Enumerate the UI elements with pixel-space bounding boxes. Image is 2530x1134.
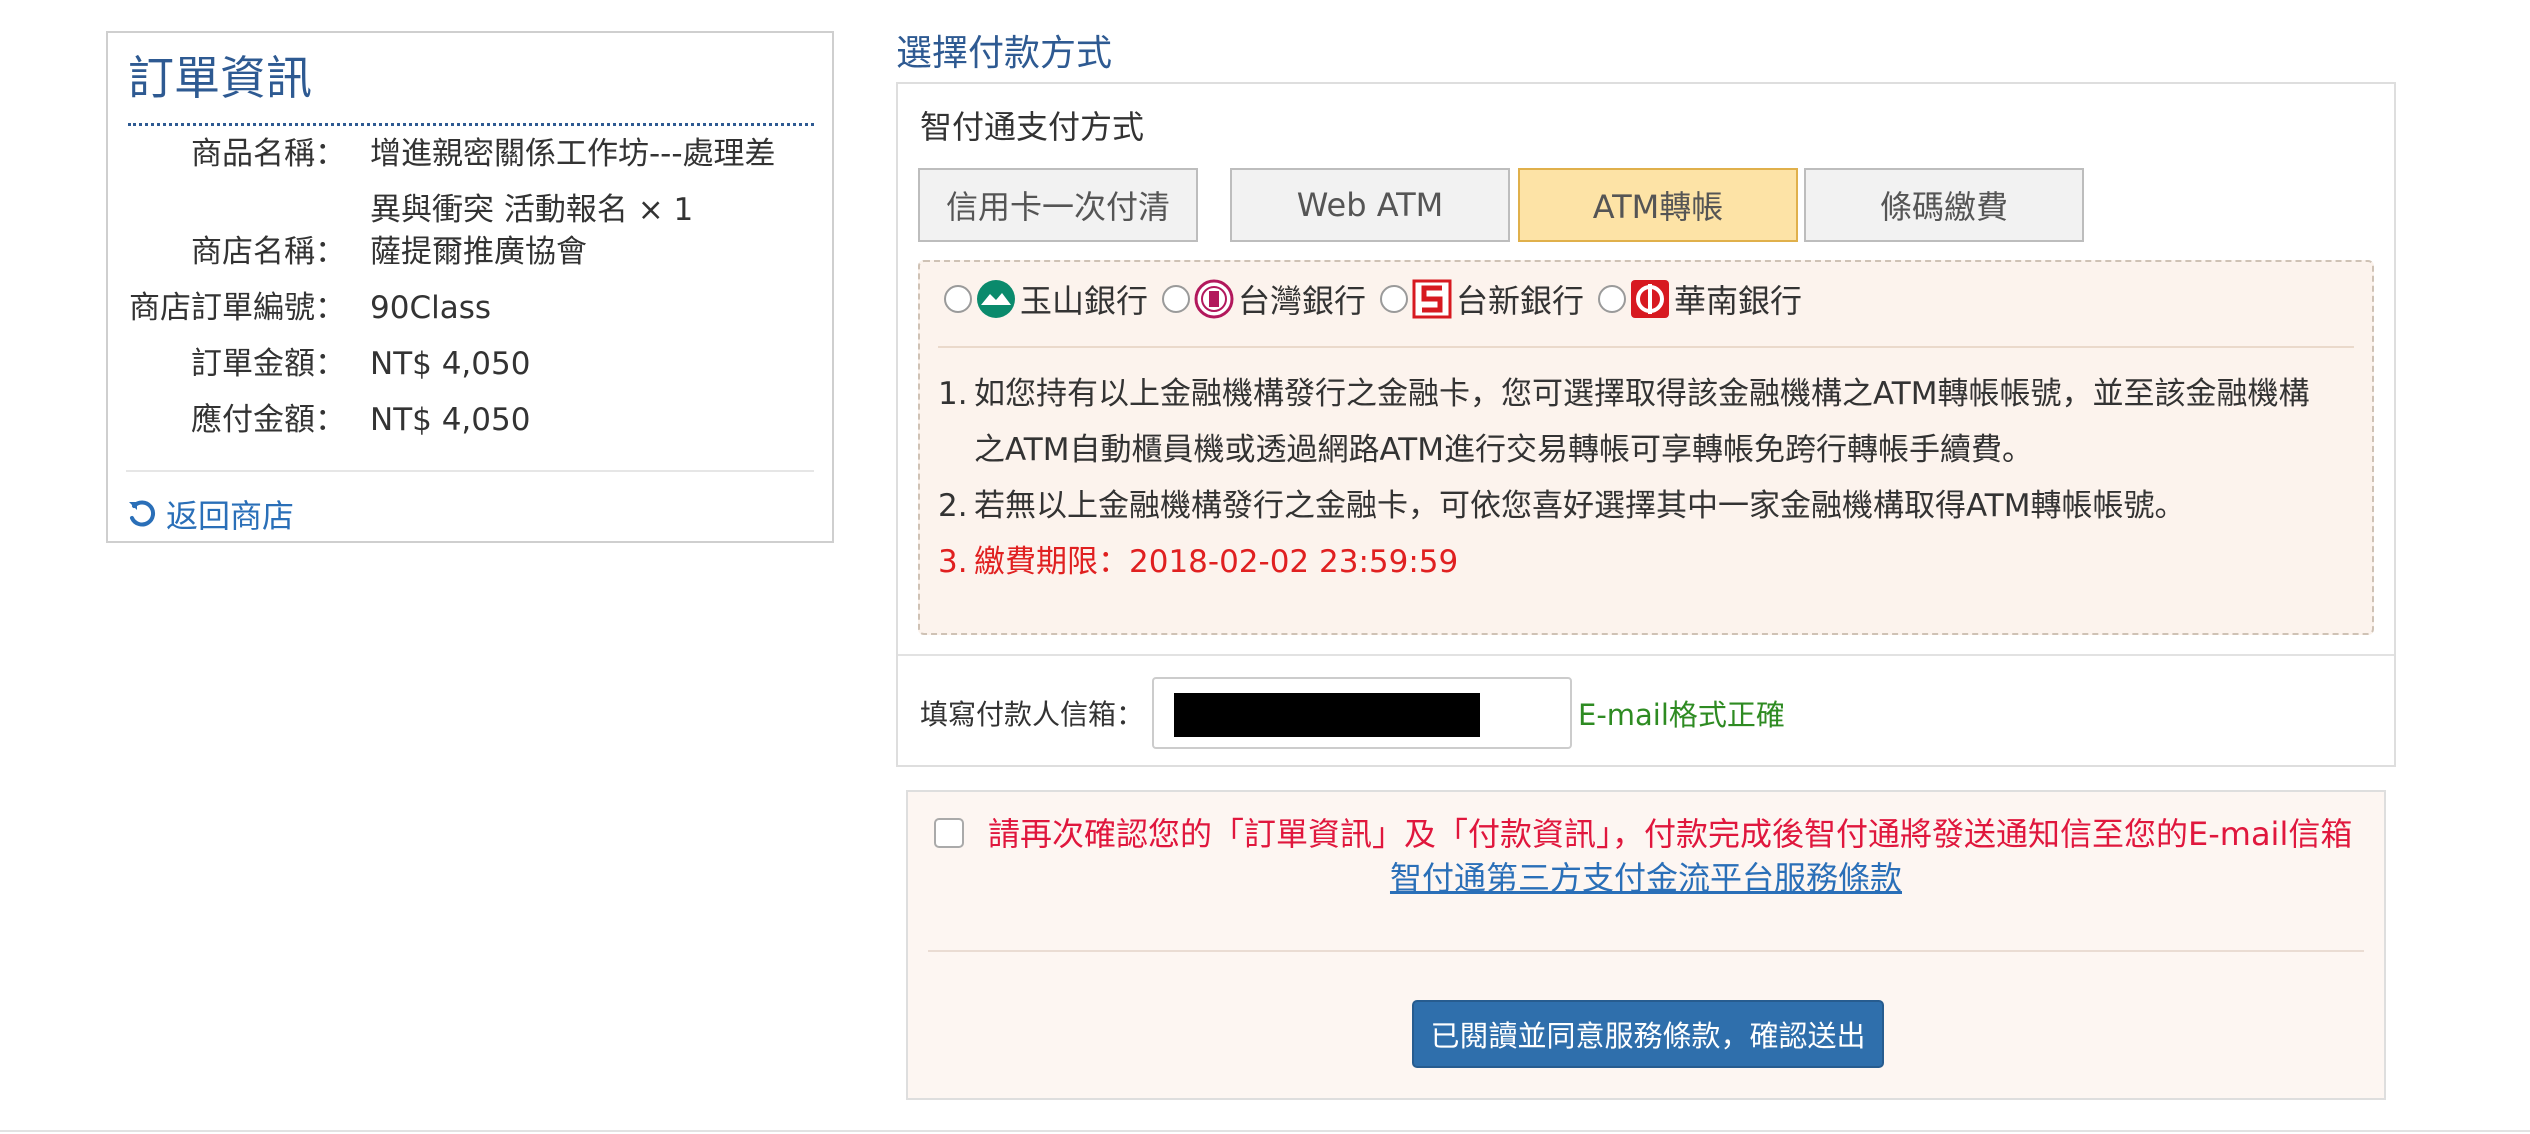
payment-method-title: 選擇付款方式 (896, 33, 1113, 74)
email-valid-status: E-mail格式正確 (1578, 698, 1785, 732)
tab-atm-transfer[interactable]: ATM轉帳 (1518, 168, 1798, 242)
payer-email-label: 填寫付款人信箱： (920, 698, 1145, 731)
back-to-store-link[interactable]: 返回商店 (126, 489, 294, 539)
page-bottom-divider (0, 1130, 2530, 1132)
product-name-line2: 異與衝突 活動報名 × 1 (370, 192, 694, 228)
payer-email-input[interactable] (1152, 677, 1572, 749)
bank-of-taiwan-name: 台灣銀行 (1238, 282, 1367, 320)
order-id-label: 商店訂單編號： (129, 290, 346, 326)
payment-provider-subtitle: 智付通支付方式 (920, 108, 1145, 146)
confirm-warning-text: 請再次確認您的「訂單資訊」及「付款資訊」，付款完成後智付通將發送通知信至您的E-… (988, 815, 2353, 853)
payment-panel: 智付通支付方式 信用卡一次付清 Web ATM ATM轉帳 條碼繳費 玉山銀行 (896, 82, 2396, 767)
service-terms-link[interactable]: 智付通第三方支付金流平台服務條款 (908, 854, 2384, 902)
order-row-payable: 應付金額： NT$ 4,050 (108, 397, 832, 453)
payable-amount-label: 應付金額： (191, 402, 346, 438)
store-name-label: 商店名稱： (191, 234, 346, 270)
order-divider (126, 470, 814, 472)
confirm-divider (928, 950, 2364, 952)
payment-deadline-text: 繳費期限：2018-02-02 23:59:59 (974, 544, 1459, 580)
hua-nan-bank-radio[interactable] (1598, 285, 1627, 313)
order-id-value: 90Class (370, 290, 492, 326)
bank-of-taiwan-icon (1194, 279, 1234, 319)
note-2: 2. 若無以上金融機構發行之金融卡，可依您喜好選擇其中一家金融機構取得ATM轉帳帳… (938, 478, 2358, 534)
atm-bank-selection-box: 玉山銀行 台灣銀行 台新銀行 華南銀行 1. 如您持有以上金融機構發行之金融卡，… (918, 260, 2374, 635)
back-to-store-label: 返回商店 (166, 497, 295, 535)
order-amount-value: NT$ 4,050 (370, 346, 531, 382)
order-amount-label: 訂單金額： (191, 346, 346, 382)
tab-credit-card[interactable]: 信用卡一次付清 (918, 168, 1198, 242)
order-row-store: 商店名稱： 薩提爾推廣協會 (108, 229, 832, 285)
note-2-text: 若無以上金融機構發行之金融卡，可依您喜好選擇其中一家金融機構取得ATM轉帳帳號。 (974, 488, 2186, 524)
taishin-bank-radio[interactable] (1380, 285, 1409, 313)
bank-option-bank-of-taiwan[interactable]: 台灣銀行 (1162, 276, 1366, 322)
confirm-submit-button[interactable]: 已閱讀並同意服務條款，確認送出 (1412, 1000, 1884, 1068)
confirm-panel: 請再次確認您的「訂單資訊」及「付款資訊」，付款完成後智付通將發送通知信至您的E-… (906, 790, 2386, 1100)
agree-terms-checkbox[interactable] (934, 818, 964, 848)
bank-option-taishin[interactable]: 台新銀行 (1380, 276, 1584, 322)
note-1-number: 1. (938, 376, 968, 412)
email-divider (898, 654, 2394, 656)
note-1: 1. 如您持有以上金融機構發行之金融卡，您可選擇取得該金融機構之ATM轉帳帳號，並… (938, 366, 2358, 478)
order-row-amount: 訂單金額： NT$ 4,050 (108, 341, 832, 397)
note-1-line1: 如您持有以上金融機構發行之金融卡，您可選擇取得該金融機構之ATM轉帳帳號，並至該… (974, 376, 2310, 412)
bank-box-divider (938, 346, 2354, 348)
taishin-bank-icon (1412, 279, 1452, 319)
esun-bank-icon (976, 279, 1016, 319)
order-row-order-id: 商店訂單編號： 90Class (108, 285, 832, 341)
redacted-email-value (1174, 693, 1480, 737)
product-name-line1: 增進親密關係工作坊---處理差 (370, 136, 776, 172)
order-row-product: 商品名稱： 增進親密關係工作坊---處理差 異與衝突 活動報名 × 1 (108, 131, 832, 228)
payable-amount-value: NT$ 4,050 (370, 402, 531, 438)
order-info-panel: 訂單資訊 商品名稱： 增進親密關係工作坊---處理差 異與衝突 活動報名 × 1… (106, 31, 834, 543)
bank-option-hua-nan[interactable]: 華南銀行 (1598, 276, 1802, 322)
note-2-number: 2. (938, 488, 968, 524)
order-info-title: 訂單資訊 (128, 43, 814, 126)
esun-bank-radio[interactable] (944, 285, 972, 313)
tab-barcode-payment[interactable]: 條碼繳費 (1804, 168, 2084, 242)
store-name-value: 薩提爾推廣協會 (370, 234, 587, 270)
hua-nan-bank-name: 華南銀行 (1674, 282, 1803, 320)
note-3-number: 3. (938, 544, 968, 580)
product-name-label: 商品名稱： (191, 136, 346, 172)
undo-arrow-icon (126, 498, 166, 530)
note-3-deadline: 3. 繳費期限：2018-02-02 23:59:59 (938, 534, 2358, 590)
bank-options: 玉山銀行 台灣銀行 台新銀行 華南銀行 (944, 268, 1816, 330)
note-1-line2: 之ATM自動櫃員機或透過網路ATM進行交易轉帳可享轉帳免跨行轉帳手續費。 (974, 432, 2033, 468)
bank-of-taiwan-radio[interactable] (1162, 285, 1191, 313)
hua-nan-bank-icon (1630, 279, 1670, 319)
tab-web-atm[interactable]: Web ATM (1230, 168, 1510, 242)
bank-option-esun[interactable]: 玉山銀行 (944, 276, 1148, 322)
taishin-bank-name: 台新銀行 (1456, 282, 1585, 320)
product-name-value: 增進親密關係工作坊---處理差 異與衝突 活動報名 × 1 (370, 131, 810, 233)
esun-bank-name: 玉山銀行 (1020, 282, 1149, 320)
